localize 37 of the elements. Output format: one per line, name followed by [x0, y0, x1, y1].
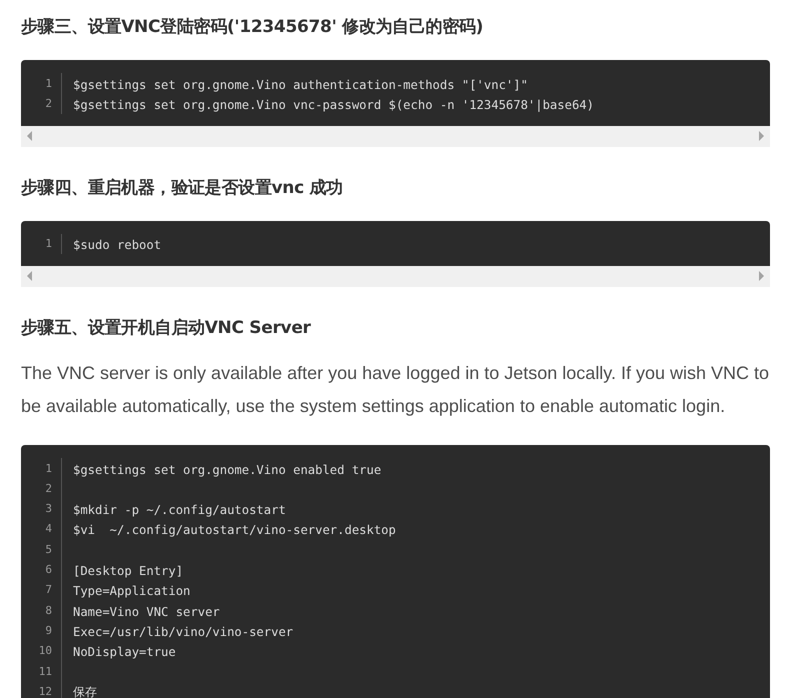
- code-line: Name=Vino VNC server: [73, 604, 220, 619]
- scroll-left-icon[interactable]: [27, 131, 32, 142]
- code-line: [Desktop Entry]: [73, 564, 184, 578]
- scroll-right-icon[interactable]: [759, 271, 764, 282]
- line-number: 1: [21, 234, 62, 254]
- line-number: 11: [21, 660, 62, 682]
- code-line: Type=Application: [73, 584, 190, 598]
- line-number: 7: [21, 580, 62, 600]
- scroll-right-icon[interactable]: [759, 131, 764, 142]
- horizontal-scrollbar[interactable]: [21, 266, 770, 287]
- line-number: 8: [21, 600, 62, 620]
- line-number: 5: [21, 539, 62, 560]
- code-line: $gsettings set org.gnome.Vino enabled true: [73, 462, 382, 477]
- code-line: $vi ~/.config/autostart/vino-server.desktop: [73, 523, 396, 538]
- paragraph: The VNC server is only available after you have logged in to Jetson locally. If you wish VNC to be available automatically, use the system settings application to enable automatic login.: [21, 362, 770, 418]
- code-line: $mkdir -p ~/.config/autostart: [73, 503, 286, 518]
- line-number: 10: [21, 640, 62, 661]
- section-heading: 步骤五、设置开机自启动VNC Server: [21, 316, 312, 339]
- line-number: 9: [21, 620, 62, 641]
- code-line: 保存: [73, 685, 97, 698]
- code-line: Exec=/usr/lib/vino/vino-server: [73, 624, 294, 639]
- code-line: NoDisplay=true: [73, 645, 176, 660]
- line-number: 4: [21, 518, 62, 540]
- code-line: $gsettings set org.gnome.Vino vnc-password $(echo -n '12345678'|base64): [73, 98, 594, 112]
- section-heading: 步骤三、设置VNC登陆密码('12345678' 修改为自己的密码): [21, 16, 484, 38]
- section-heading: 步骤四、重启机器，验证是否设置vnc 成功: [21, 176, 344, 199]
- line-number: 6: [21, 559, 62, 580]
- line-number: 1: [21, 458, 62, 478]
- line-number: 3: [21, 498, 62, 519]
- horizontal-scrollbar[interactable]: [21, 126, 770, 147]
- line-number: 2: [21, 93, 62, 114]
- line-number: 1: [21, 73, 62, 94]
- line-number: 2: [21, 478, 62, 498]
- code-line: $sudo reboot: [73, 238, 162, 252]
- code-line: $gsettings set org.gnome.Vino authentication-methods "['vnc']": [73, 78, 528, 92]
- scroll-left-icon[interactable]: [27, 271, 32, 282]
- line-number: 12: [21, 681, 62, 698]
